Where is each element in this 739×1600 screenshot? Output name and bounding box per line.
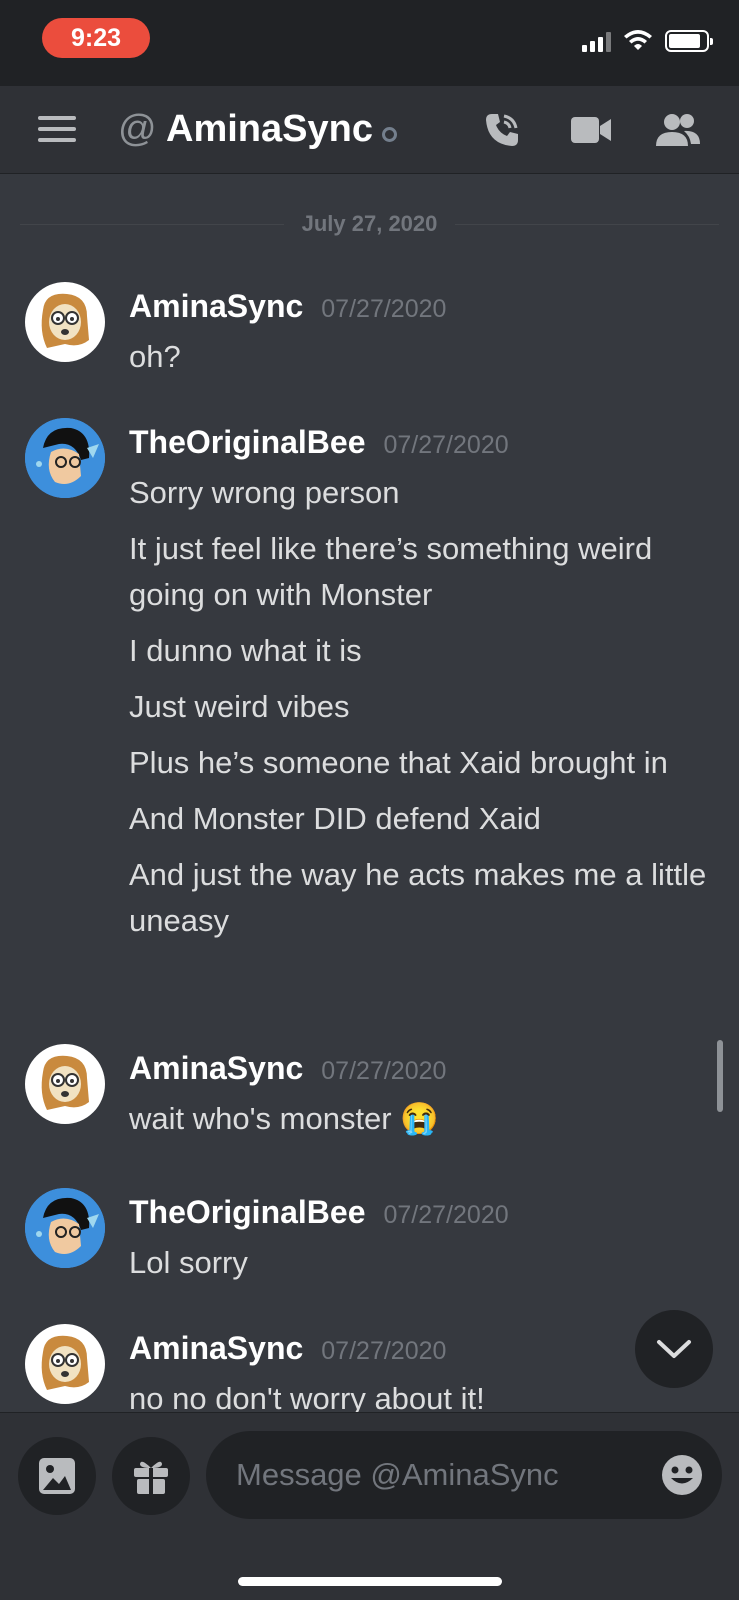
message-timestamp: 07/27/2020 (321, 1057, 447, 1085)
video-call-icon[interactable] (569, 114, 613, 146)
message-text[interactable]: It just feel like there’s something weir… (129, 526, 709, 618)
message-text[interactable]: Sorry wrong person (129, 470, 709, 516)
home-indicator[interactable] (238, 1577, 502, 1586)
at-icon: @ (118, 108, 157, 150)
avatar[interactable] (25, 1188, 105, 1268)
jump-to-bottom-button[interactable] (635, 1310, 713, 1388)
message-text[interactable]: no no don't worry about it! (129, 1376, 709, 1412)
message-text[interactable]: Just weird vibes (129, 684, 709, 730)
avatar[interactable] (25, 418, 105, 498)
avatar[interactable] (25, 1324, 105, 1404)
wifi-icon (624, 30, 652, 50)
upload-image-button[interactable] (18, 1437, 96, 1515)
message-input-container[interactable] (206, 1431, 722, 1519)
phone-call-icon[interactable] (482, 110, 522, 150)
avatar[interactable] (25, 282, 105, 362)
message-author[interactable]: AminaSync (129, 1330, 303, 1367)
members-icon[interactable] (654, 112, 702, 148)
message-author[interactable]: AminaSync (129, 1050, 303, 1087)
message-timestamp: 07/27/2020 (321, 1337, 447, 1365)
avatar[interactable] (25, 1044, 105, 1124)
message-author[interactable]: TheOriginalBee (129, 424, 366, 461)
message-text[interactable]: oh? (129, 334, 709, 380)
message-text[interactable]: And just the way he acts makes me a litt… (129, 852, 709, 944)
image-icon (39, 1458, 75, 1494)
dm-title: AminaSync (166, 108, 373, 150)
message-timestamp: 07/27/2020 (383, 1201, 509, 1229)
offline-status-icon (382, 127, 397, 142)
battery-icon (665, 30, 713, 52)
message-author[interactable]: AminaSync (129, 288, 303, 325)
message-composer (0, 1412, 739, 1600)
message-text[interactable]: Lol sorry (129, 1240, 709, 1286)
date-divider: July 27, 2020 (20, 211, 719, 236)
message-scrollbar[interactable] (717, 1040, 723, 1112)
message-timestamp: 07/27/2020 (321, 295, 447, 323)
status-time: 9:23 (42, 18, 150, 58)
menu-icon[interactable] (38, 116, 76, 142)
status-bar: 9:23 (0, 0, 739, 86)
message-text[interactable]: wait who's monster 😭 (129, 1096, 709, 1142)
cellular-signal-icon (582, 30, 611, 52)
channel-header: @ AminaSync (0, 86, 739, 174)
message-text[interactable]: I dunno what it is (129, 628, 709, 674)
message-input[interactable] (236, 1431, 636, 1519)
message-list[interactable]: July 27, 2020 AminaSync 07/27/2020 oh? T… (0, 174, 739, 1412)
gift-icon (134, 1461, 168, 1494)
emoji-icon[interactable] (660, 1453, 704, 1497)
message-timestamp: 07/27/2020 (383, 431, 509, 459)
gift-button[interactable] (112, 1437, 190, 1515)
chevron-down-icon (657, 1340, 691, 1358)
message-author[interactable]: TheOriginalBee (129, 1194, 366, 1231)
message-text[interactable]: And Monster DID defend Xaid (129, 796, 709, 842)
message-text[interactable]: Plus he’s someone that Xaid brought in (129, 740, 709, 786)
